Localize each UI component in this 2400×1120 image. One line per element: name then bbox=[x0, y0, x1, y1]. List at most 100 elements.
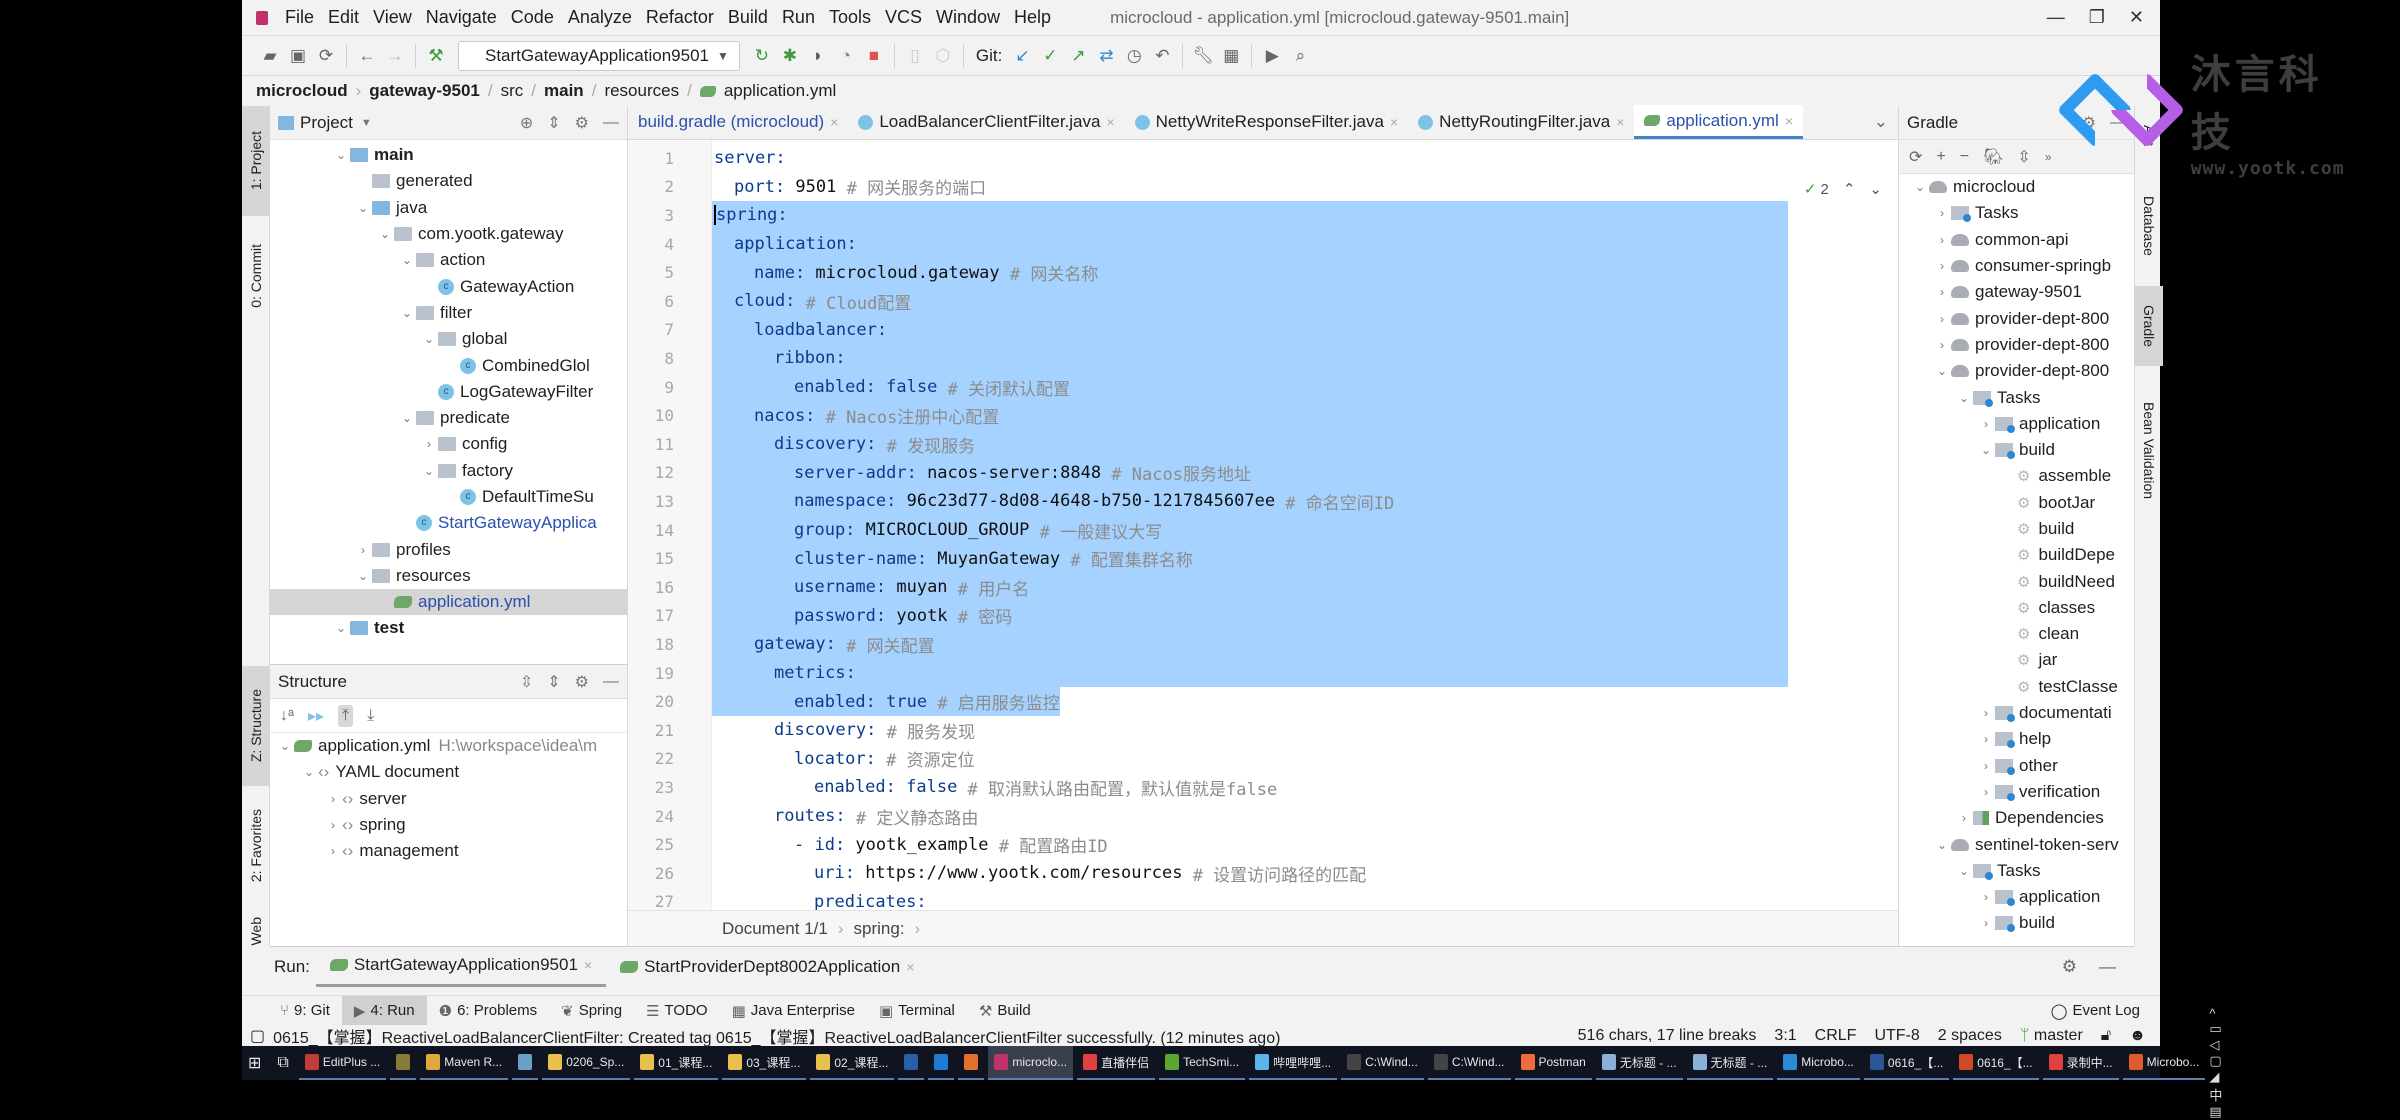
gear-icon[interactable]: ⚙ bbox=[575, 672, 589, 692]
chevron-right-icon[interactable]: › bbox=[324, 792, 342, 806]
menu-build[interactable]: Build bbox=[721, 7, 775, 28]
gear-icon[interactable]: ⚙ bbox=[2062, 957, 2077, 977]
chevron-right-icon[interactable]: › bbox=[1933, 338, 1951, 352]
minimize-button[interactable]: — bbox=[2047, 7, 2065, 28]
scroll-from-source-icon[interactable]: ⤒ bbox=[338, 704, 354, 727]
editor-tab[interactable]: build.gradle (microcloud) × bbox=[628, 105, 848, 139]
code-line[interactable]: 13 namespace: 96c23d77-8d08-4648-b750-121… bbox=[628, 487, 1898, 516]
chevron-right-icon[interactable]: › bbox=[1955, 811, 1973, 825]
code-line[interactable]: 25 - id: yootk_example # 配置路由ID bbox=[628, 830, 1898, 859]
chevron-down-icon[interactable]: ⌄ bbox=[1977, 443, 1995, 457]
taskbar-app[interactable]: EditPlus ... bbox=[298, 1046, 387, 1080]
tool-window-spring[interactable]: ❦ Spring bbox=[549, 996, 634, 1026]
chevron-down-icon[interactable]: ⌄ bbox=[1911, 180, 1929, 194]
chevron-down-icon[interactable]: ⌄ bbox=[1955, 864, 1973, 878]
tool-window-git[interactable]: ⑂ 9: Git bbox=[268, 996, 342, 1026]
taskbar-app[interactable] bbox=[958, 1046, 985, 1080]
close-tab-icon[interactable]: × bbox=[584, 957, 592, 973]
chevron-down-icon[interactable]: ⌄ bbox=[398, 411, 416, 425]
editor-tab[interactable]: NettyWriteResponseFilter.java × bbox=[1125, 105, 1409, 139]
tree-item[interactable]: ⚙ classes bbox=[1899, 595, 2134, 621]
restore-button[interactable]: ❐ bbox=[2089, 7, 2105, 28]
reload-icon[interactable]: ⟳ bbox=[1909, 147, 1922, 167]
tool-tab-database[interactable]: Database bbox=[2135, 176, 2163, 276]
run-tab[interactable]: StartProviderDept8002Application × bbox=[606, 947, 928, 987]
tree-item[interactable]: ⌄ Tasks bbox=[1899, 858, 2134, 884]
menu-run[interactable]: Run bbox=[775, 7, 822, 28]
code-line[interactable]: 26 uri: https://www.yootk.com/resources #… bbox=[628, 859, 1898, 888]
code-line[interactable]: 19 metrics: bbox=[628, 658, 1898, 688]
tree-item[interactable]: generated bbox=[270, 168, 627, 194]
close-button[interactable]: ✕ bbox=[2129, 7, 2144, 28]
back-icon[interactable]: ← bbox=[353, 42, 381, 70]
status-toggle-icon[interactable]: ▢ bbox=[250, 1026, 265, 1046]
tree-item[interactable]: application.yml bbox=[270, 589, 627, 616]
chevron-right-icon[interactable]: › bbox=[1977, 759, 1995, 773]
search-icon[interactable]: ⌕ bbox=[1286, 42, 1314, 70]
tree-item[interactable]: ⚙ build bbox=[1899, 516, 2134, 542]
chevron-right-icon[interactable]: › bbox=[324, 818, 342, 832]
locate-icon[interactable]: ⊕ bbox=[520, 113, 533, 133]
chevron-down-icon[interactable]: ⌄ bbox=[398, 306, 416, 320]
next-highlight-icon[interactable]: ⌄ bbox=[1869, 180, 1882, 198]
coverage-icon[interactable]: ◗ bbox=[804, 42, 832, 70]
caret-position[interactable]: 3:1 bbox=[1774, 1027, 1796, 1045]
tree-item[interactable]: ⌄ sentinel-token-serv bbox=[1899, 831, 2134, 857]
chevron-right-icon[interactable]: › bbox=[1933, 312, 1951, 326]
tree-item[interactable]: › provider-dept-800 bbox=[1899, 305, 2134, 331]
chevron-right-icon[interactable]: › bbox=[420, 437, 438, 451]
taskbar-app[interactable]: 02_课程... bbox=[810, 1046, 895, 1080]
tree-item[interactable]: › profiles bbox=[270, 536, 627, 562]
structure-item[interactable]: › ‹› server bbox=[270, 786, 627, 812]
menu-vcs[interactable]: VCS bbox=[878, 7, 929, 28]
tool-tab-gradle[interactable]: Gradle bbox=[2135, 286, 2163, 366]
taskbar-app[interactable]: 无标题 - ... bbox=[1595, 1046, 1683, 1080]
tree-item[interactable]: ⌄ filter bbox=[270, 300, 627, 326]
structure-item[interactable]: ⌄ ‹› YAML document bbox=[270, 759, 627, 785]
breadcrumb-main[interactable]: main bbox=[544, 81, 584, 101]
stop-icon[interactable]: ■ bbox=[860, 42, 888, 70]
code-line[interactable]: 8 ribbon: bbox=[628, 344, 1898, 373]
editor-tab[interactable]: application.yml × bbox=[1634, 105, 1804, 139]
editor-tab[interactable]: NettyRoutingFilter.java × bbox=[1408, 105, 1634, 139]
prev-highlight-icon[interactable]: ⌃ bbox=[1843, 180, 1856, 198]
tree-item[interactable]: › consumer-springb bbox=[1899, 253, 2134, 279]
tree-item[interactable]: c GatewayAction bbox=[270, 273, 627, 299]
taskbar-app[interactable]: 03_课程... bbox=[722, 1046, 807, 1080]
tree-item[interactable]: › Tasks bbox=[1899, 200, 2134, 226]
tree-item[interactable]: › Dependencies bbox=[1899, 805, 2134, 831]
menu-help[interactable]: Help bbox=[1007, 7, 1058, 28]
chevron-right-icon[interactable]: › bbox=[1977, 890, 1995, 904]
more-icon[interactable]: » bbox=[2045, 150, 2052, 164]
tree-item[interactable]: ⌄ Tasks bbox=[1899, 384, 2134, 410]
tree-item[interactable]: ⌄ com.yootk.gateway bbox=[270, 221, 627, 247]
tree-item[interactable]: ⚙ buildDepe bbox=[1899, 542, 2134, 568]
chevron-down-icon[interactable]: ⌄ bbox=[354, 569, 372, 583]
chevron-down-icon[interactable]: ⌄ bbox=[398, 253, 416, 267]
package-icon[interactable]: ⬡ bbox=[929, 42, 957, 70]
code-area[interactable]: 1 server: 2 port: 9501 # 网关服务的端口 3 spring: 4 ap… bbox=[628, 140, 1898, 910]
menu-window[interactable]: Window bbox=[929, 7, 1007, 28]
taskbar-app[interactable]: C:\Wind... bbox=[1341, 1046, 1424, 1080]
close-tab-icon[interactable]: × bbox=[1616, 114, 1624, 130]
chevron-down-icon[interactable]: ⌄ bbox=[376, 227, 394, 241]
tree-item[interactable]: ⚙ bootJar bbox=[1899, 490, 2134, 516]
taskbar-app[interactable]: Microbo... bbox=[2122, 1046, 2206, 1080]
profile-icon[interactable]: ◔ bbox=[832, 42, 860, 70]
rerun-icon[interactable]: ↻ bbox=[748, 42, 776, 70]
add-icon[interactable]: + bbox=[1936, 148, 1945, 166]
line-separator[interactable]: CRLF bbox=[1815, 1027, 1857, 1045]
code-line[interactable]: 3 spring: bbox=[628, 201, 1898, 230]
sync-icon[interactable]: ⟳ bbox=[312, 42, 340, 70]
chevron-down-icon[interactable]: ⌄ bbox=[354, 201, 372, 215]
breadcrumb-microcloud[interactable]: microcloud bbox=[256, 81, 348, 101]
code-line[interactable]: 22 locator: # 资源定位 bbox=[628, 745, 1898, 774]
open-folder-icon[interactable]: ▰ bbox=[256, 42, 284, 70]
tool-window-build[interactable]: ⚒ Build bbox=[967, 996, 1043, 1026]
code-line[interactable]: 4 application: bbox=[628, 229, 1898, 259]
code-line[interactable]: 16 username: muyan # 用户名 bbox=[628, 573, 1898, 602]
taskbar-app[interactable]: Microbo... bbox=[1777, 1046, 1860, 1080]
tree-item[interactable]: ⌄ build bbox=[1899, 437, 2134, 463]
tool-tab-ant[interactable]: Ant bbox=[2135, 106, 2163, 166]
chevron-down-icon[interactable]: ⌄ bbox=[420, 464, 438, 478]
